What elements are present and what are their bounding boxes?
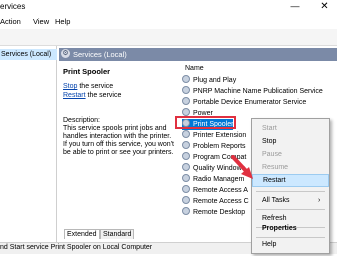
list-item[interactable]: Problem Reports	[182, 141, 246, 152]
menu-item-restart[interactable]: Restart	[252, 174, 329, 187]
service-gear-icon	[182, 196, 190, 204]
services-gear-icon: ⚙	[61, 49, 70, 58]
service-gear-icon	[182, 163, 190, 171]
tab-standard[interactable]: Standard	[100, 229, 135, 239]
menu-help[interactable]: Help	[55, 17, 70, 26]
tab-extended[interactable]: Extended	[64, 229, 100, 239]
stop-line: Stop the service	[63, 83, 113, 90]
close-button[interactable]: ✕	[312, 0, 337, 14]
menu-item-pause[interactable]: Pause	[252, 149, 329, 161]
description-line: If you turn off this service, you won't	[63, 141, 174, 148]
tree-item-services-local[interactable]: Services (Local)	[0, 49, 57, 60]
service-gear-icon	[182, 75, 190, 83]
list-item[interactable]: Portable Device Enumerator Service	[182, 97, 306, 108]
list-item[interactable]: Remote Access C	[182, 196, 249, 207]
description-heading: Description:	[63, 117, 100, 124]
service-gear-icon	[182, 207, 190, 215]
minimize-button[interactable]: —	[286, 0, 304, 14]
menu-view[interactable]: View	[33, 17, 49, 26]
menu-item-stop[interactable]: Stop	[252, 136, 329, 148]
panel-header: ⚙ Services (Local)	[59, 48, 337, 61]
list-item[interactable]: PNRP Machine Name Publication Service	[182, 86, 323, 97]
status-text: nd Start service Print Spooler on Local …	[0, 244, 153, 251]
toolbar	[0, 29, 337, 46]
menu-item-resume[interactable]: Resume	[252, 162, 329, 174]
menu-item-help[interactable]: Help	[252, 239, 329, 251]
restart-link[interactable]: Restart	[63, 92, 86, 99]
menu-separator	[256, 237, 325, 238]
list-item[interactable]: Remote Access A	[182, 185, 248, 196]
submenu-arrow-icon: ›	[318, 197, 321, 204]
service-gear-icon	[182, 108, 190, 116]
stop-link[interactable]: Stop	[63, 83, 77, 90]
context-menu: Start Stop Pause Resume Restart All Task…	[251, 118, 330, 254]
restart-suffix: the service	[85, 92, 122, 99]
window-title: ervices	[0, 2, 26, 11]
description-pane: Print Spooler Stop the service Restart t…	[59, 61, 178, 253]
menu-action[interactable]: Action	[0, 17, 21, 26]
list-item[interactable]: Plug and Play	[182, 75, 236, 86]
description-line: be able to print or see your printers.	[63, 149, 174, 156]
service-gear-icon	[182, 86, 190, 94]
menu-separator	[256, 209, 325, 210]
service-gear-icon	[182, 141, 190, 149]
list-item[interactable]: Remote Desktop	[182, 207, 245, 218]
menu-item-all-tasks[interactable]: All Tasks ›	[252, 195, 329, 207]
stop-suffix: the service	[77, 83, 114, 90]
highlight-box	[175, 116, 236, 129]
menu-item-start[interactable]: Start	[252, 123, 329, 135]
service-gear-icon	[182, 185, 190, 193]
title-bar: ervices — ✕	[0, 0, 337, 15]
service-gear-icon	[182, 130, 190, 138]
restart-line: Restart the service	[63, 92, 121, 99]
tree-pane: Services (Local)	[0, 46, 57, 242]
service-gear-icon	[182, 97, 190, 105]
service-name: Print Spooler	[63, 67, 111, 76]
service-gear-icon	[182, 152, 190, 160]
list-item[interactable]: Printer Extension	[182, 130, 246, 141]
menu-item-properties[interactable]: Properties	[252, 223, 329, 235]
panel-title: Services (Local)	[73, 50, 127, 59]
description-line: handles interaction with the printer.	[63, 133, 172, 140]
menu-separator	[256, 191, 325, 192]
description-line: This service spools print jobs and	[63, 125, 167, 132]
annotation-arrow-icon	[231, 155, 253, 179]
column-header-name[interactable]: Name	[185, 65, 204, 72]
menu-bar: Action View Help	[0, 15, 337, 29]
service-gear-icon	[182, 174, 190, 182]
